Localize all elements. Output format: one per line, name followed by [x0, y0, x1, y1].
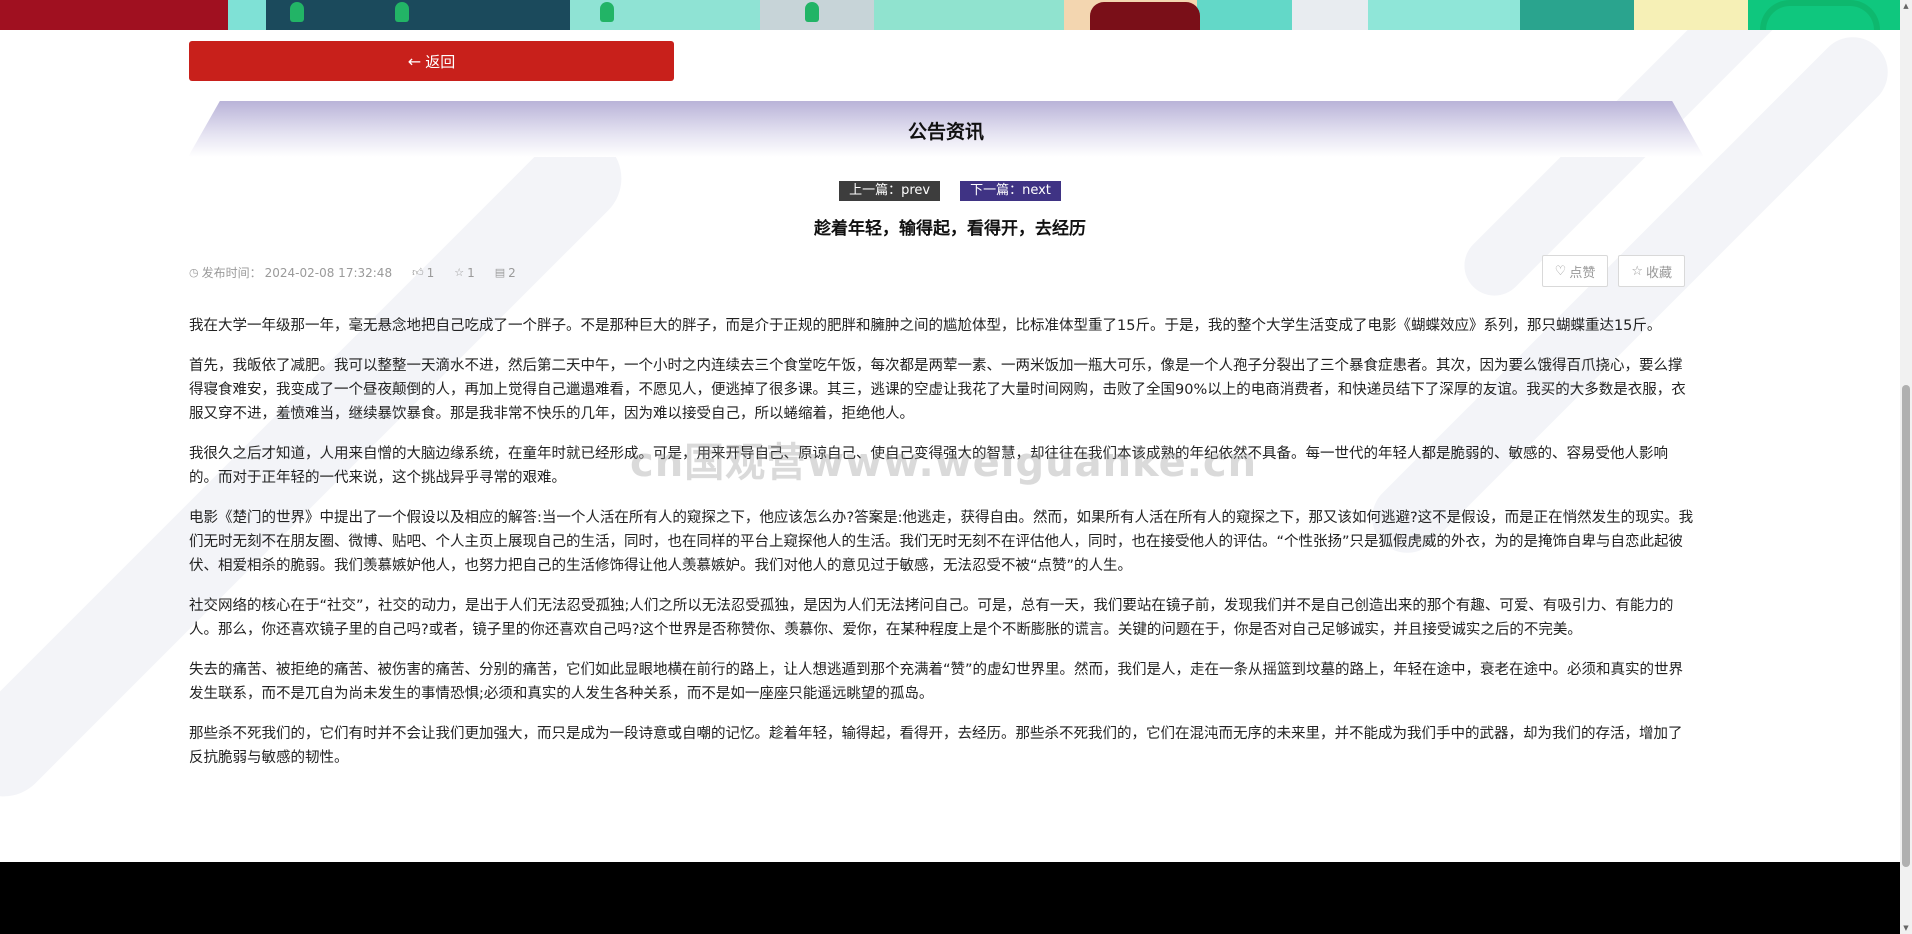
- like-count-value: 1: [426, 265, 435, 280]
- article-title: 趁着年轻，输得起，看得开，去经历: [814, 219, 1086, 239]
- page-content: ← 返回 公告资讯 上一篇：prev 下一篇：next 趁着年轻，输得起，看得开…: [0, 0, 1900, 934]
- publish-time: ◷ 发布时间： 2024-02-08 17:32:48: [189, 264, 392, 281]
- comment-icon: ▤: [494, 266, 506, 279]
- like-count: 👍︎ 1: [412, 266, 434, 280]
- arrow-left-icon: ←: [407, 51, 422, 71]
- section-title: 公告资讯: [907, 121, 984, 143]
- scrollbar-thumb[interactable]: [1902, 385, 1910, 867]
- article-paragraph: 失去的痛苦、被拒绝的痛苦、被伤害的痛苦、分别的痛苦，它们如此显眼地横在前行的路上…: [189, 662, 1684, 702]
- thumb-up-icon: 👍︎: [412, 266, 424, 279]
- article-paragraph: 电影《楚门的世界》中提出了一个假设以及相应的解答:当一个人活在所有人的窥探之下，…: [189, 510, 1694, 574]
- article-actions: ♡ 点赞 ☆ 收藏: [1541, 255, 1685, 287]
- watermark: cn国观营www.weiguanke.cn: [630, 440, 1258, 486]
- favorite-count-value: 1: [467, 265, 475, 280]
- like-button-label: 点赞: [1569, 265, 1596, 281]
- back-button-label: 返回: [425, 52, 456, 71]
- section-header: 公告资讯: [188, 101, 1704, 157]
- article-meta: ◷ 发布时间： 2024-02-08 17:32:48 👍︎ 1 ☆ 1 ▤ 2: [189, 264, 516, 281]
- favorite-button-label: 收藏: [1645, 265, 1672, 281]
- like-button[interactable]: ♡ 点赞: [1541, 255, 1609, 287]
- star-icon: ☆: [454, 266, 465, 279]
- comment-count-value: 2: [508, 265, 516, 280]
- scroll-up-icon[interactable]: ▲: [1900, 0, 1912, 12]
- comment-count: ▤ 2: [495, 266, 516, 280]
- scroll-down-icon[interactable]: ▼: [1900, 922, 1912, 934]
- next-article-button[interactable]: 下一篇：next: [960, 181, 1061, 201]
- star-icon: ☆: [1631, 263, 1643, 279]
- vertical-scrollbar[interactable]: ▲ ▼: [1900, 0, 1912, 934]
- page-footer: [0, 862, 1900, 934]
- article-paragraph: 那些杀不死我们的，它们有时并不会让我们更加强大，而只是成为一段诗意或自嘲的记忆。…: [189, 726, 1683, 766]
- favorite-count: ☆ 1: [454, 266, 475, 280]
- prev-article-button[interactable]: 上一篇：prev: [839, 181, 941, 201]
- back-button[interactable]: ← 返回: [189, 41, 674, 81]
- article-paragraph: 我在大学一年级那一年，毫无悬念地把自己吃成了一个胖子。不是那种巨大的胖子，而是介…: [189, 318, 1662, 334]
- article-paragraph: 首先，我皈依了减肥。我可以整整一天滴水不进，然后第二天中午，一个小时之内连续去三…: [189, 358, 1686, 422]
- article-paragraph: 社交网络的核心在于“社交”，社交的动力，是出于人们无法忍受孤独;人们之所以无法忍…: [189, 598, 1674, 638]
- publish-time-label: 发布时间：: [201, 266, 262, 280]
- heart-icon: ♡: [1554, 263, 1567, 279]
- favorite-button[interactable]: ☆ 收藏: [1618, 255, 1685, 287]
- article-pager: 上一篇：prev 下一篇：next: [0, 181, 1900, 201]
- publish-time-value: 2024-02-08 17:32:48: [264, 265, 393, 280]
- article-body: 我在大学一年级那一年，毫无悬念地把自己吃成了一个胖子。不是那种巨大的胖子，而是介…: [189, 314, 1696, 786]
- clock-icon: ◷: [189, 266, 199, 279]
